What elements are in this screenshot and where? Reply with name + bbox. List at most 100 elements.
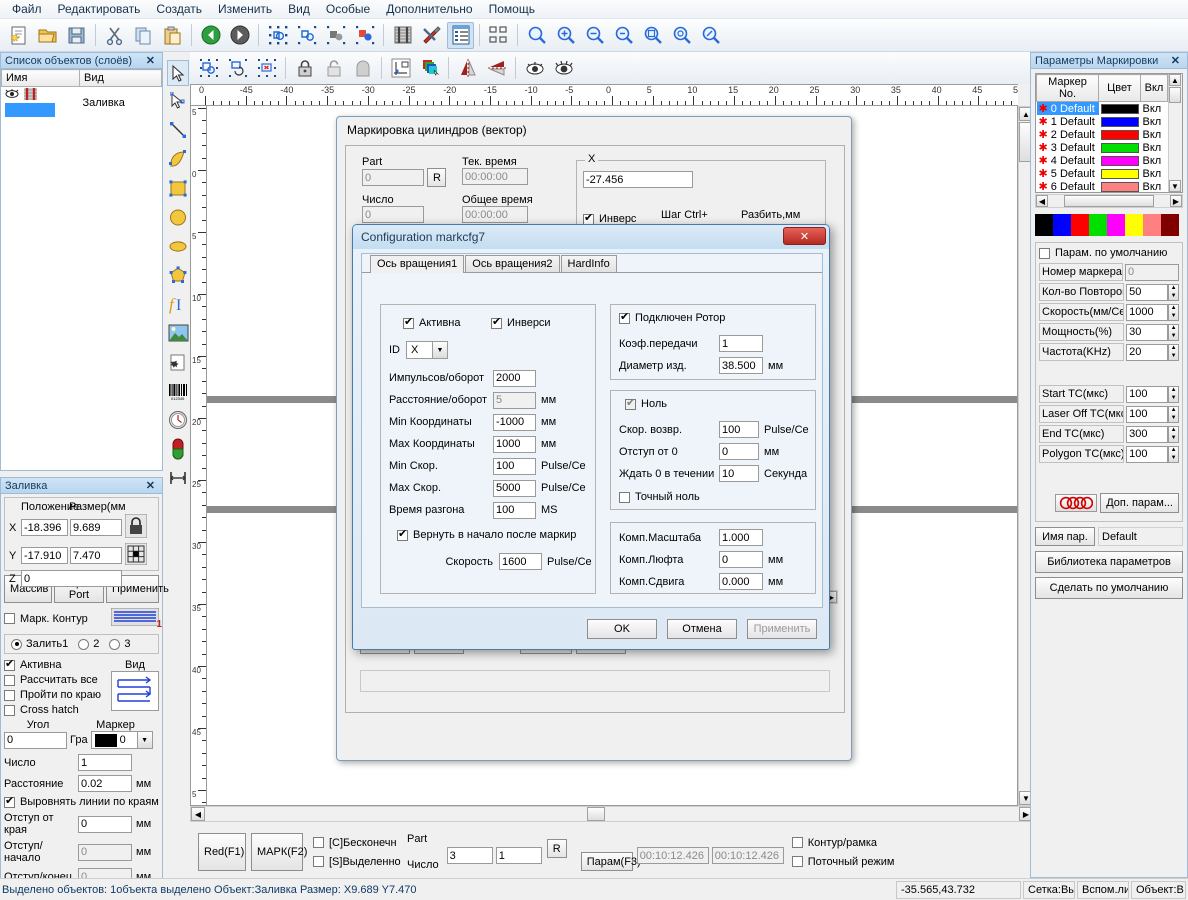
distance-input[interactable] — [78, 775, 132, 792]
angle-input[interactable] — [4, 732, 67, 749]
rotate-icon[interactable] — [224, 55, 251, 82]
copy-icon[interactable] — [130, 22, 157, 49]
laser-off-tc-input[interactable] — [1126, 406, 1168, 423]
stepper-up-icon[interactable]: ▲ — [1169, 305, 1178, 313]
close-icon[interactable]: ✕ — [143, 479, 158, 492]
mirror-h-icon[interactable] — [483, 55, 510, 82]
new-file-icon[interactable] — [5, 22, 32, 49]
lock-gray-icon[interactable] — [349, 55, 376, 82]
invert-checkbox[interactable] — [583, 214, 594, 225]
menu-item-help[interactable]: Помощь — [481, 0, 543, 18]
time-icon[interactable] — [167, 406, 189, 434]
table-row[interactable]: ✱ 3 Default Вкл — [1037, 141, 1168, 154]
cancel-button[interactable]: Отмена — [667, 619, 737, 639]
object-name-field[interactable] — [5, 103, 55, 117]
zero-checkbox[interactable] — [625, 399, 636, 410]
part-input[interactable] — [362, 169, 424, 186]
y-size-input[interactable] — [70, 547, 122, 564]
edge-pass-checkbox[interactable] — [4, 690, 15, 701]
axis-invert-checkbox[interactable] — [491, 318, 502, 329]
combine-icon[interactable] — [322, 22, 349, 49]
capsule-icon[interactable] — [167, 435, 189, 463]
part-reset-button[interactable]: R — [427, 168, 446, 187]
marker-color-cell[interactable] — [1099, 167, 1141, 180]
y-position-input[interactable] — [21, 547, 68, 564]
selected-only-checkbox[interactable] — [313, 856, 324, 867]
end-tc-input[interactable] — [1126, 426, 1168, 443]
menu-item-modify[interactable]: Изменить — [210, 0, 280, 18]
palette-color-0[interactable] — [1035, 214, 1053, 236]
min-coord-input[interactable] — [493, 414, 536, 431]
palette-color-6[interactable] — [1143, 214, 1161, 236]
palette-color-3[interactable] — [1089, 214, 1107, 236]
zoom-in-icon[interactable] — [552, 22, 579, 49]
start-offset-input[interactable] — [78, 844, 132, 861]
origin-icon[interactable] — [387, 55, 414, 82]
power-stepper[interactable]: ▲▼ — [1168, 324, 1179, 341]
stepper-down-icon[interactable]: ▼ — [1169, 394, 1178, 402]
table-row[interactable]: ✱ 5 Default Вкл — [1037, 167, 1168, 180]
stepper-up-icon[interactable]: ▲ — [1169, 407, 1178, 415]
align-icon[interactable] — [485, 22, 512, 49]
marker-name-cell[interactable]: ✱ 3 Default — [1037, 141, 1099, 154]
anchor-grid-icon[interactable] — [125, 543, 147, 568]
chevron-down-icon[interactable]: ▼ — [432, 342, 447, 358]
delay-icon[interactable] — [167, 464, 189, 492]
audi-rings-icon[interactable] — [1055, 494, 1097, 512]
marker-scroll-thumb[interactable] — [1169, 87, 1181, 103]
palette-color-7[interactable] — [1161, 214, 1179, 236]
undo-icon[interactable] — [197, 22, 224, 49]
canvas-hscrollbar[interactable]: ◀ ▶ — [190, 806, 1034, 822]
pulses-per-rev-input[interactable] — [493, 370, 536, 387]
marker-color-cell[interactable] — [1099, 141, 1141, 154]
laser-off-tc-stepper[interactable]: ▲▼ — [1168, 406, 1179, 423]
node-select-icon[interactable] — [167, 87, 189, 115]
table-row[interactable]: Заливка — [2, 87, 162, 119]
bottom-param-button[interactable]: Парам(F3) — [581, 852, 633, 871]
marker-hscroll-thumb[interactable] — [1064, 195, 1154, 207]
bottom-count-input[interactable] — [496, 847, 542, 864]
fill-mode-3-radio[interactable] — [109, 639, 120, 650]
menu-item-view[interactable]: Вид — [280, 0, 318, 18]
param-name-button[interactable]: Имя пар. — [1035, 527, 1095, 546]
scroll-down-icon[interactable]: ▼ — [1169, 180, 1181, 192]
infinite-checkbox[interactable] — [313, 837, 324, 848]
lock-icon[interactable] — [291, 55, 318, 82]
axis-id-dropdown[interactable]: X ▼ — [406, 341, 448, 359]
hatch-icon[interactable] — [389, 22, 416, 49]
marker-on-cell[interactable]: Вкл — [1141, 115, 1168, 128]
hatch-preview[interactable] — [111, 671, 159, 711]
scroll-right-icon[interactable]: ▶ — [1170, 195, 1182, 207]
hscroll-thumb[interactable] — [587, 807, 605, 821]
edge-offset-input[interactable] — [78, 816, 132, 833]
table-row[interactable]: ✱ 4 Default Вкл — [1037, 154, 1168, 167]
stepper-down-icon[interactable]: ▼ — [1169, 414, 1178, 422]
stepper-up-icon[interactable]: ▲ — [1169, 325, 1178, 333]
object-list-icon[interactable] — [447, 22, 474, 49]
vector-icon[interactable] — [167, 348, 189, 376]
menu-item-edit[interactable]: Редактировать — [50, 0, 149, 18]
frequency-stepper[interactable]: ▲▼ — [1168, 344, 1179, 361]
z-position-input[interactable] — [21, 570, 122, 587]
x-size-input[interactable] — [70, 519, 122, 536]
speed-input[interactable] — [499, 553, 542, 570]
status-guides[interactable]: Вспом.ли — [1077, 881, 1129, 899]
marker-on-cell[interactable]: Вкл — [1141, 102, 1168, 116]
active-checkbox[interactable] — [4, 660, 15, 671]
ok-button[interactable]: OK — [587, 619, 657, 639]
calc-all-checkbox[interactable] — [4, 675, 15, 686]
polygon-icon[interactable] — [167, 261, 189, 289]
mirror-v-icon[interactable] — [454, 55, 481, 82]
circle-icon[interactable] — [167, 203, 189, 231]
delete-node-icon[interactable] — [253, 55, 280, 82]
marker-list-vscrollbar[interactable]: ▲ ▼ — [1168, 74, 1182, 192]
marker-list-hscrollbar[interactable]: ◀ ▶ — [1035, 194, 1183, 208]
start-tc-input[interactable] — [1126, 386, 1168, 403]
stepper-up-icon[interactable]: ▲ — [1169, 345, 1178, 353]
zoom-out-icon[interactable] — [581, 22, 608, 49]
preview-all-icon[interactable] — [550, 55, 577, 82]
lock-icon[interactable] — [125, 514, 147, 541]
make-default-button[interactable]: Сделать по умолчанию — [1035, 577, 1183, 599]
stepper-down-icon[interactable]: ▼ — [1169, 332, 1178, 340]
table-row[interactable]: ✱ 1 Default Вкл — [1037, 115, 1168, 128]
